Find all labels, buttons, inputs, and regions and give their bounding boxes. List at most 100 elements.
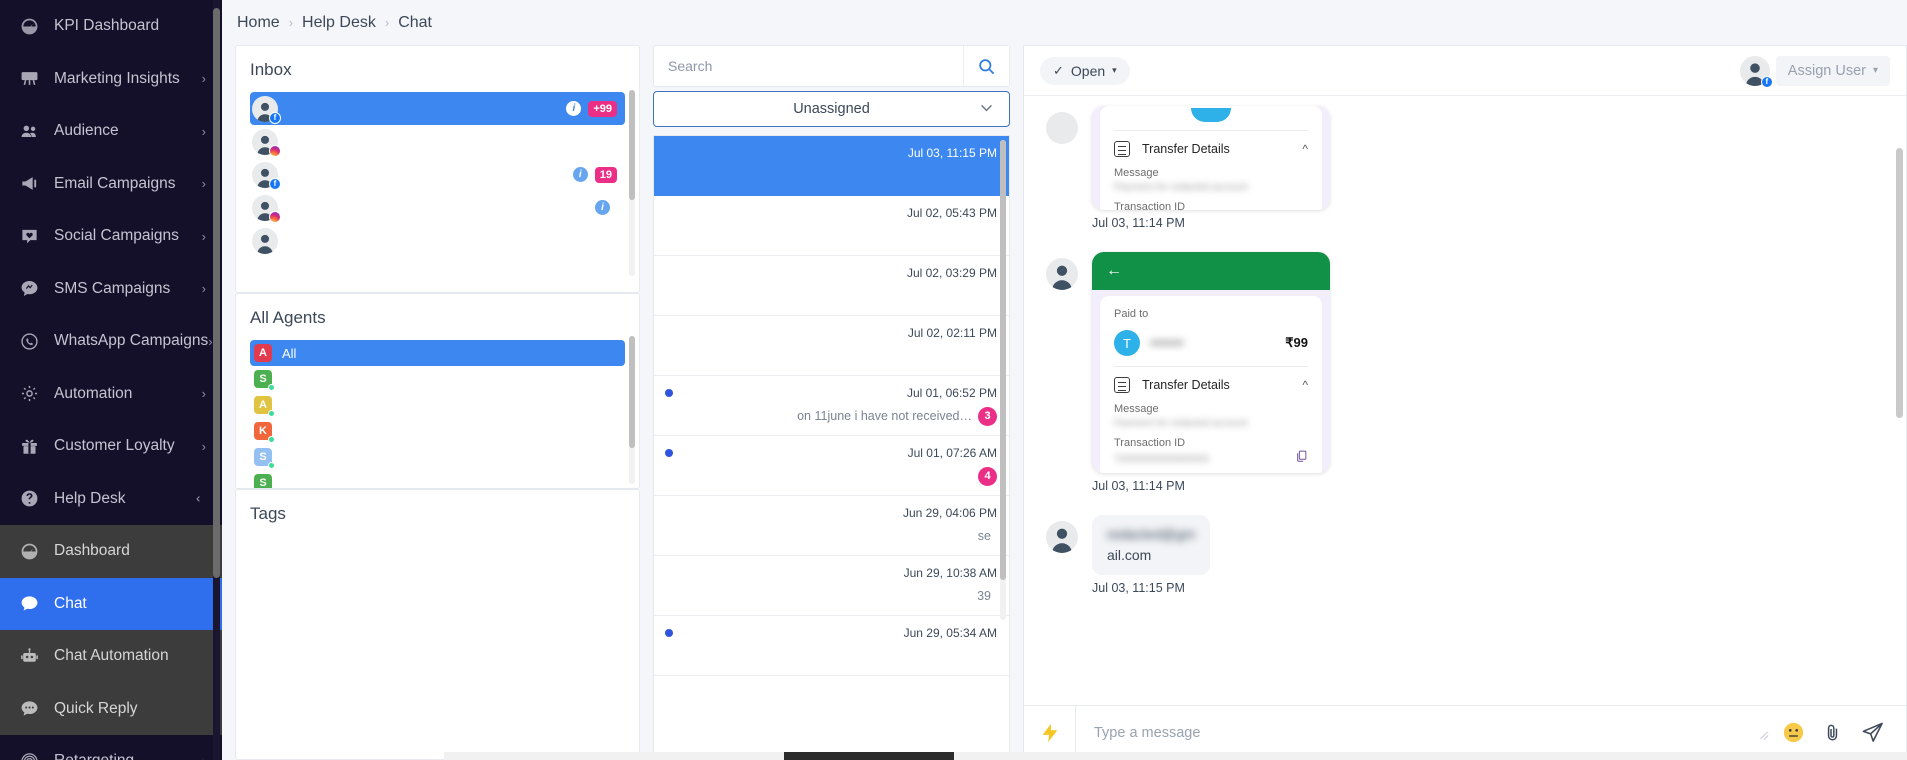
inbox-row[interactable]: f i 19: [250, 158, 625, 191]
transfer-details-row[interactable]: Transfer Details ^: [1114, 141, 1308, 157]
search-input[interactable]: [654, 58, 963, 74]
agent-row[interactable]: S: [250, 366, 625, 392]
search-button[interactable]: [963, 46, 1009, 86]
sidebar-item-dashboard[interactable]: Dashboard: [0, 525, 222, 578]
agent-initial: S: [254, 474, 272, 488]
conversation-row[interactable]: Jun 29, 04:06 PM se: [654, 496, 1009, 556]
sidebar-scrollbar[interactable]: [213, 0, 220, 760]
conversation-row[interactable]: Jul 02, 02:11 PM: [654, 316, 1009, 376]
conversation-time: Jul 02, 05:43 PM: [906, 205, 997, 220]
sidebar-item-social-campaigns[interactable]: Social Campaigns ›: [0, 210, 222, 263]
message-input[interactable]: [1076, 706, 1759, 759]
inbox-row[interactable]: [250, 125, 625, 158]
sidebar-scrollbar-thumb[interactable]: [213, 8, 220, 578]
sidebar-item-sms-campaigns[interactable]: SMS Campaigns ›: [0, 263, 222, 316]
conversation-scrollbar-thumb[interactable]: [1000, 140, 1006, 580]
inbox-row[interactable]: [250, 224, 625, 257]
breadcrumb-item-chat[interactable]: Chat: [398, 14, 432, 32]
message-block: Transfer Details ^ Message Payment for reda…: [1046, 106, 1886, 246]
instagram-badge-icon: [269, 144, 281, 157]
inbox-scrollbar[interactable]: [629, 90, 635, 276]
speedometer-icon: [18, 540, 40, 562]
avatar-image: [252, 227, 278, 254]
info-icon[interactable]: i: [572, 167, 588, 182]
receipt-body: Paid to T •••••••• ₹99 Transfer Details ^ Mess…: [1100, 296, 1322, 473]
send-button[interactable]: [1861, 721, 1884, 744]
chevron-right-icon: ›: [202, 754, 206, 760]
unread-dot-icon: [665, 628, 673, 637]
conversation-row[interactable]: Jun 29, 10:38 AM 39: [654, 556, 1009, 616]
resize-grip-icon[interactable]: [1759, 728, 1769, 738]
chat-scrollbar-thumb[interactable]: [1896, 148, 1903, 418]
back-arrow-icon[interactable]: ←: [1106, 262, 1122, 280]
conversation-preview: [665, 166, 997, 186]
agents-scrollbar[interactable]: [629, 336, 635, 484]
conversation-preview: se: [665, 526, 997, 546]
message-block: redacted@gm ail.com Jul 03, 11:15 PM: [1046, 515, 1886, 611]
conversation-scrollbar[interactable]: [1000, 140, 1006, 620]
assign-user-dropdown[interactable]: Assign User ▾: [1775, 55, 1890, 86]
chevron-up-icon[interactable]: ^: [1302, 378, 1308, 392]
sidebar-item-kpi-dashboard[interactable]: KPI Dashboard: [0, 0, 222, 53]
emoji-button[interactable]: [1783, 722, 1804, 743]
agents-scrollbar-thumb[interactable]: [629, 336, 635, 448]
sidebar-item-quick-reply[interactable]: Quick Reply: [0, 682, 222, 735]
agent-row[interactable]: S: [250, 470, 625, 488]
transfer-details-row[interactable]: Transfer Details ^: [1114, 377, 1308, 393]
sidebar-item-chat[interactable]: Chat: [0, 577, 222, 630]
page-horizontal-scrollbar-thumb[interactable]: [784, 752, 954, 760]
agent-avatar: S: [254, 474, 272, 488]
payment-receipt-card[interactable]: ← Paid to T •••••••• ₹99 Transfer Details ^ Mes…: [1092, 252, 1330, 473]
conversation-header: Jun 29, 04:06 PM: [665, 504, 997, 521]
speedometer-icon: [18, 15, 40, 37]
payment-receipt-card[interactable]: Transfer Details ^ Message Payment for reda…: [1092, 106, 1330, 210]
sidebar-item-whatsapp-campaigns[interactable]: WhatsApp Campaigns ›: [0, 315, 222, 368]
breadcrumb-item-home[interactable]: Home: [237, 14, 280, 32]
assignment-filter-dropdown[interactable]: Unassigned: [653, 91, 1010, 127]
instagram-badge-icon: [269, 210, 281, 223]
sidebar-item-email-campaigns[interactable]: Email Campaigns ›: [0, 158, 222, 211]
conversation-row[interactable]: Jul 03, 11:15 PM: [654, 136, 1009, 196]
conversation-header: Jun 29, 10:38 AM: [665, 564, 997, 581]
conversation-header: Jul 03, 11:15 PM: [665, 144, 997, 161]
inbox-row[interactable]: f i +99: [250, 92, 625, 125]
inbox-avatar: f: [252, 95, 281, 124]
conversation-row[interactable]: Jun 29, 05:34 AM: [654, 616, 1009, 676]
facebook-badge-icon: f: [269, 177, 281, 190]
agent-row[interactable]: A: [250, 392, 625, 418]
sidebar-item-chat-automation[interactable]: Chat Automation: [0, 630, 222, 683]
chevron-up-icon[interactable]: ^: [1302, 142, 1308, 156]
conversation-row[interactable]: Jul 01, 07:26 AM 4: [654, 436, 1009, 496]
search-box: [653, 45, 1010, 87]
sidebar-item-retargeting[interactable]: Retargeting›: [0, 735, 222, 760]
info-icon[interactable]: i: [595, 200, 610, 215]
transaction-id-value: T0000000000000000: [1114, 454, 1210, 463]
inbox-scrollbar-thumb[interactable]: [629, 90, 635, 200]
robot-icon: [18, 645, 40, 667]
conversation-row[interactable]: Jul 02, 05:43 PM: [654, 196, 1009, 256]
conversation-row[interactable]: Jul 01, 06:52 PM on 11june i have not rec…: [654, 376, 1009, 436]
agent-initial: A: [254, 344, 272, 362]
page-horizontal-scrollbar[interactable]: [444, 752, 1907, 760]
breadcrumb-item-help-desk[interactable]: Help Desk: [302, 14, 376, 32]
sidebar-item-help-desk[interactable]: Help Desk ⌄: [0, 473, 222, 526]
composer-actions: [1773, 721, 1906, 744]
caret-down-icon: ▾: [1872, 65, 1878, 76]
agent-row[interactable]: S: [250, 444, 625, 470]
chevron-right-icon: ›: [201, 176, 206, 192]
conversation-status-dropdown[interactable]: ✓ Open ▾: [1040, 56, 1130, 85]
payee-name: ••••••••: [1150, 336, 1184, 350]
sidebar-item-marketing-insights[interactable]: Marketing Insights ›: [0, 53, 222, 106]
sidebar-item-audience[interactable]: Audience ›: [0, 105, 222, 158]
inbox-row[interactable]: i: [250, 191, 625, 224]
agent-row[interactable]: K: [250, 418, 625, 444]
attach-file-button[interactable]: [1822, 722, 1843, 743]
info-icon[interactable]: i: [566, 101, 582, 116]
conversation-header: Jul 02, 05:43 PM: [665, 204, 997, 221]
conversation-row[interactable]: Jul 02, 03:29 PM: [654, 256, 1009, 316]
sidebar-item-customer-loyalty[interactable]: Customer Loyalty ›: [0, 420, 222, 473]
agent-row[interactable]: A All: [250, 340, 625, 366]
sidebar-item-automation[interactable]: Automation ›: [0, 368, 222, 421]
chat-scrollbar[interactable]: [1896, 148, 1903, 648]
copy-icon[interactable]: [1295, 449, 1308, 463]
